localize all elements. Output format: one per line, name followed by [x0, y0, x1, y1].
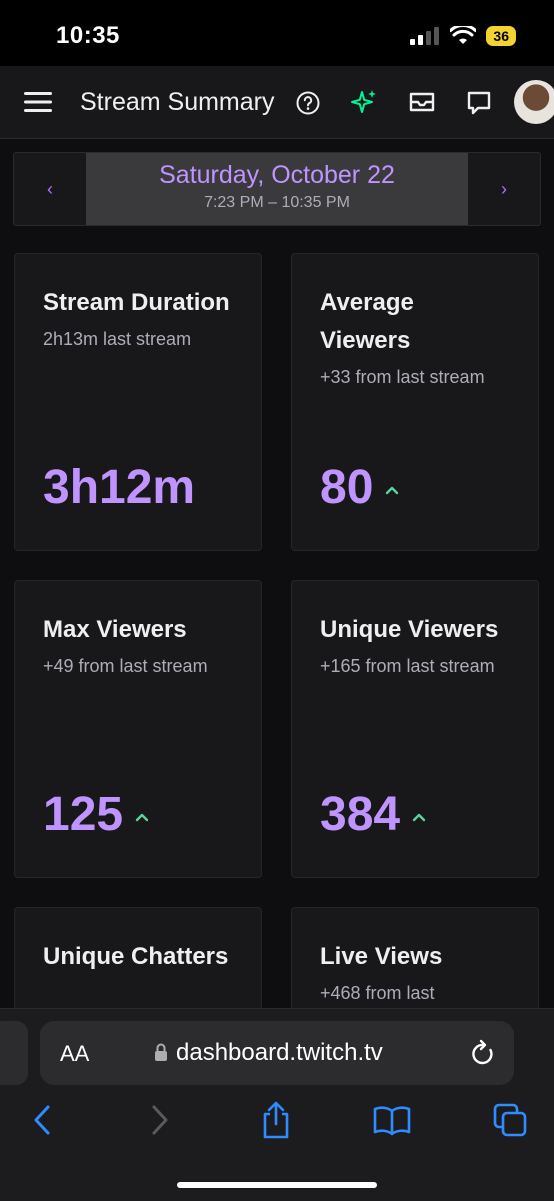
help-icon[interactable] [296, 91, 320, 115]
share-icon [263, 1101, 289, 1139]
url-text[interactable]: dashboard.twitch.tv [176, 1039, 383, 1067]
trend-up-icon [135, 813, 149, 821]
stat-card-unique-viewers: Unique Viewers +165 from last stream 384 [291, 580, 539, 878]
stat-label: Live Views [320, 943, 443, 970]
stat-comparison: 2h13m last stream [43, 329, 192, 349]
stat-comparison: +165 from last stream [320, 656, 495, 676]
next-stream-button[interactable]: › [468, 153, 540, 225]
chevron-left-icon: ‹ [47, 178, 53, 199]
forward-button[interactable] [140, 1098, 180, 1142]
stat-comparison: +49 from last stream [43, 656, 208, 676]
stat-value: 125 [43, 788, 124, 841]
back-button[interactable] [22, 1098, 62, 1142]
dashboard-header: Stream Summary [0, 66, 554, 139]
stat-label: Average Viewers [320, 289, 414, 354]
stat-card-max-viewers: Max Viewers +49 from last stream 125 [14, 580, 262, 878]
stream-date: Saturday, October 22 [159, 161, 395, 189]
stat-value-row: 384 [320, 787, 426, 842]
stat-value-row: 3h12m [43, 460, 195, 515]
chevron-right-icon: › [501, 178, 507, 199]
stat-card-stream-duration: Stream Duration 2h13m last stream 3h12m [14, 253, 262, 551]
status-bar: 10:35 36 [0, 0, 554, 66]
stat-label: Unique Chatters [43, 943, 229, 970]
date-navigator: ‹ Saturday, October 22 7:23 PM – 10:35 P… [13, 152, 541, 226]
share-button[interactable] [256, 1098, 296, 1142]
page-title: Stream Summary [80, 88, 275, 116]
wifi-icon [450, 26, 477, 44]
stat-card-average-viewers: Average Viewers +33 from last stream 80 [291, 253, 539, 551]
stat-value-row: 125 [43, 787, 149, 842]
tabs-button[interactable] [490, 1098, 530, 1142]
reload-icon[interactable] [470, 1039, 496, 1067]
stat-value: 384 [320, 788, 401, 841]
trend-up-icon [386, 486, 399, 494]
address-bar[interactable]: AA dashboard.twitch.tv [40, 1021, 514, 1085]
chevron-left-icon [34, 1105, 50, 1135]
previous-stream-button[interactable]: ‹ [14, 153, 86, 225]
stat-label: Unique Viewers [320, 616, 499, 643]
reader-settings-button[interactable]: AA [60, 1041, 89, 1067]
bookmarks-button[interactable] [372, 1098, 412, 1142]
menu-icon[interactable] [24, 92, 52, 112]
stat-label: Stream Duration [43, 289, 230, 316]
user-avatar[interactable] [514, 80, 554, 124]
cellular-signal-icon [410, 27, 440, 45]
battery-indicator: 36 [486, 26, 516, 46]
stat-comparison: +33 from last stream [320, 367, 485, 387]
stat-comparison: +468 from last [320, 983, 435, 1003]
sparkle-icon[interactable] [350, 88, 378, 116]
status-time: 10:35 [56, 22, 120, 49]
stat-value-row: 80 [320, 460, 399, 515]
status-icons: 36 [410, 26, 516, 46]
inbox-icon[interactable] [408, 90, 436, 114]
book-icon [373, 1106, 411, 1136]
stream-date-selector[interactable]: Saturday, October 22 7:23 PM – 10:35 PM [86, 153, 468, 225]
chevron-right-icon [152, 1105, 168, 1135]
stat-value: 80 [320, 461, 374, 514]
home-indicator [177, 1182, 377, 1188]
whispers-icon[interactable] [466, 90, 492, 116]
lock-icon [155, 1043, 167, 1061]
stat-label: Max Viewers [43, 616, 187, 643]
previous-tab-peek[interactable] [0, 1021, 28, 1085]
stream-time-range: 7:23 PM – 10:35 PM [204, 194, 350, 211]
trend-up-icon [412, 813, 426, 821]
tabs-icon [493, 1103, 527, 1137]
stat-value: 3h12m [43, 461, 196, 514]
